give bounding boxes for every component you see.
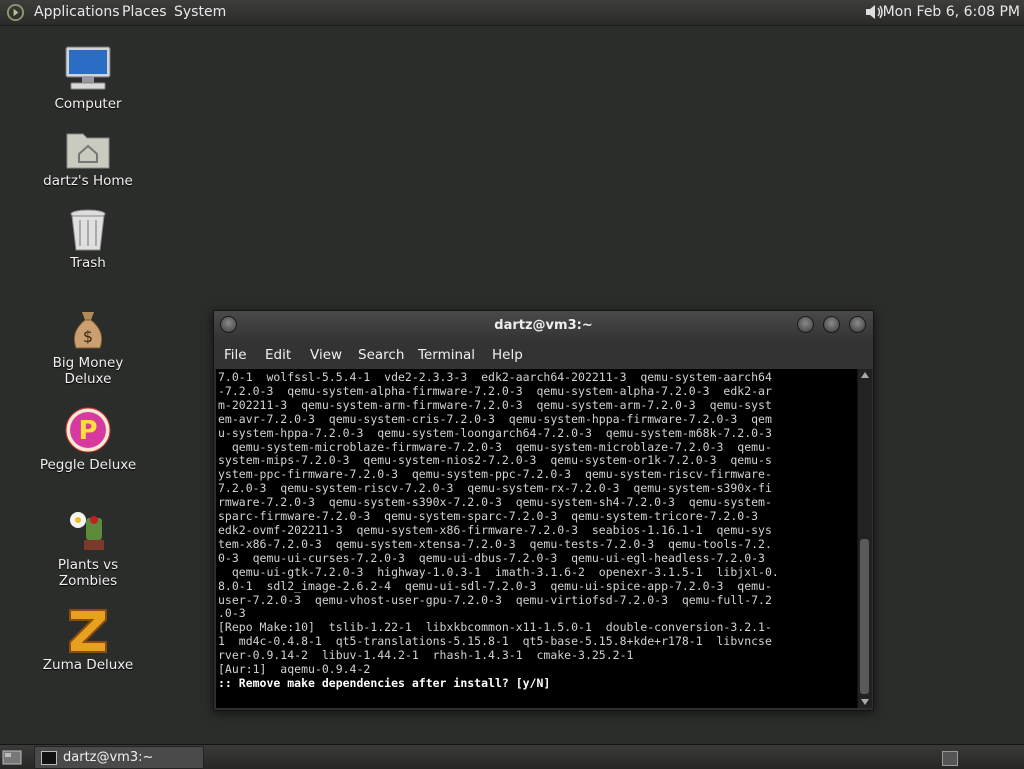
terminal-output[interactable]: 7.0-1 wolfssl-5.5.4-1 vde2-2.3.3-3 edk2-… <box>216 369 857 708</box>
desktop-icon-label: Zuma Deluxe <box>42 657 134 673</box>
terminal-line: 8.0-1 sdl2_image-2.6.2-4 qemu-ui-sdl-7.2… <box>218 578 772 593</box>
terminal-line: rver-0.9.14-2 libuv-1.44.2-1 rhash-1.4.3… <box>218 648 634 663</box>
terminal-line: system-mips-7.2.0-3 qemu-system-nios2-7.… <box>218 453 772 468</box>
window-titlebar[interactable]: dartz@vm3:~ <box>214 311 873 341</box>
menu-applications[interactable]: Applications <box>34 4 120 20</box>
terminal-window[interactable]: dartz@vm3:~ File Edit View Search Termin… <box>213 310 874 711</box>
plants-vs-zombies-icon <box>70 512 104 550</box>
desktop-icon-label: Computer <box>54 96 122 112</box>
terminal-line: -7.2.0-3 qemu-system-alpha-firmware-7.2.… <box>218 383 772 398</box>
menu-search[interactable]: Search <box>358 347 404 363</box>
maximize-icon[interactable] <box>823 316 840 333</box>
terminal-line: [Aur:1] aqemu-0.9.4-2 <box>218 662 371 677</box>
zuma-icon <box>69 609 107 653</box>
desktop-icon-label: Trash <box>70 255 106 271</box>
desktop-icon-pvz[interactable]: Plants vs Zombies <box>28 506 148 589</box>
terminal-line: tem-x86-7.2.0-3 qemu-system-xtensa-7.2.0… <box>218 536 772 551</box>
terminal-line: 1 md4c-0.4.8-1 qt5-translations-5.15.8-1… <box>218 634 772 649</box>
terminal-line: 0-3 qemu-ui-curses-7.2.0-3 qemu-ui-dbus-… <box>218 550 765 565</box>
close-icon[interactable] <box>849 316 866 333</box>
terminal-line: 7.2.0-3 qemu-system-riscv-7.2.0-3 qemu-s… <box>218 481 772 496</box>
terminal-scrollbar[interactable] <box>857 369 872 708</box>
scrollbar-thumb[interactable] <box>860 539 869 694</box>
menu-edit[interactable]: Edit <box>265 347 291 363</box>
bottom-panel: dartz@vm3:~ <box>0 744 1024 769</box>
computer-icon <box>65 46 111 90</box>
terminal-menubar: File Edit View Search Terminal Help <box>214 341 873 369</box>
svg-text:$: $ <box>83 327 93 346</box>
desktop-icon-label: Peggle Deluxe <box>39 457 137 473</box>
menu-view[interactable]: View <box>310 347 342 363</box>
terminal-line: edk2-ovmf-202211-3 qemu-system-x86-firmw… <box>218 522 772 537</box>
desktop-icon-computer[interactable]: Computer <box>28 45 148 112</box>
terminal-line: u-system-hppa-7.2.0-3 qemu-system-loonga… <box>218 425 772 440</box>
top-panel: Applications Places System Mon Feb 6, 6:… <box>0 0 1024 26</box>
menu-terminal[interactable]: Terminal <box>418 347 475 363</box>
terminal-line: sparc-firmware-7.2.0-3 qemu-system-sparc… <box>218 509 759 524</box>
terminal-line: .0-3 <box>218 606 246 621</box>
scroll-up-arrow-icon[interactable] <box>861 372 869 378</box>
terminal-line: m-202211-3 qemu-system-arm-firmware-7.2.… <box>218 397 772 412</box>
terminal-line: ystem-ppc-firmware-7.2.0-3 qemu-system-p… <box>218 467 772 482</box>
terminal-line: qemu-system-microblaze-firmware-7.2.0-3 … <box>218 439 772 454</box>
taskbar-button-terminal[interactable]: dartz@vm3:~ <box>34 746 204 769</box>
menu-file[interactable]: File <box>224 347 247 363</box>
menu-places[interactable]: Places <box>122 4 167 20</box>
terminal-line: qemu-ui-gtk-7.2.0-3 highway-1.0.3-1 imat… <box>218 564 779 579</box>
taskbar-button-label: dartz@vm3:~ <box>63 750 154 765</box>
menu-system[interactable]: System <box>174 4 226 20</box>
money-bag-icon: $ <box>73 312 103 349</box>
desktop-icon-label: Plants vs Zombies <box>57 557 119 589</box>
desktop-icon-label: dartz's Home <box>43 173 133 189</box>
svg-text:P: P <box>78 416 97 446</box>
desktop-icon-peggle[interactable]: P Peggle Deluxe <box>28 406 148 473</box>
terminal-prompt: :: Remove make dependencies after instal… <box>218 675 551 690</box>
terminal-line: rmware-7.2.0-3 qemu-system-s390x-7.2.0-3… <box>218 495 772 510</box>
show-desktop-icon[interactable] <box>2 748 22 766</box>
terminal-line: user-7.2.0-3 qemu-vhost-user-gpu-7.2.0-3… <box>218 592 772 607</box>
peggle-icon: P <box>65 407 111 453</box>
clock[interactable]: Mon Feb 6, 6:08 PM <box>883 4 1020 20</box>
menu-help[interactable]: Help <box>492 347 523 363</box>
window-title: dartz@vm3:~ <box>494 318 593 333</box>
trash-icon <box>70 209 106 251</box>
workspace-switcher[interactable] <box>942 751 958 766</box>
desktop-icon-trash[interactable]: Trash <box>28 208 148 271</box>
terminal-line: 7.0-1 wolfssl-5.5.4-1 vde2-2.3.3-3 edk2-… <box>218 370 772 384</box>
scroll-down-arrow-icon[interactable] <box>861 699 869 705</box>
gnome-foot-icon[interactable] <box>6 3 25 22</box>
terminal-icon <box>41 751 57 765</box>
home-folder-icon <box>66 133 110 169</box>
minimize-icon[interactable] <box>797 316 814 333</box>
desktop-icon-label: Big Money Deluxe <box>52 355 124 387</box>
desktop-icon-home[interactable]: dartz's Home <box>28 128 148 189</box>
terminal-line: em-avr-7.2.0-3 qemu-system-cris-7.2.0-3 … <box>218 411 772 426</box>
desktop-icon-zuma[interactable]: Zuma Deluxe <box>28 606 148 673</box>
terminal-line: [Repo Make:10] tslib-1.22-1 libxkbcommon… <box>218 620 772 635</box>
window-menu-icon[interactable] <box>220 316 237 333</box>
desktop-icon-big-money[interactable]: $ Big Money Deluxe <box>28 308 148 387</box>
